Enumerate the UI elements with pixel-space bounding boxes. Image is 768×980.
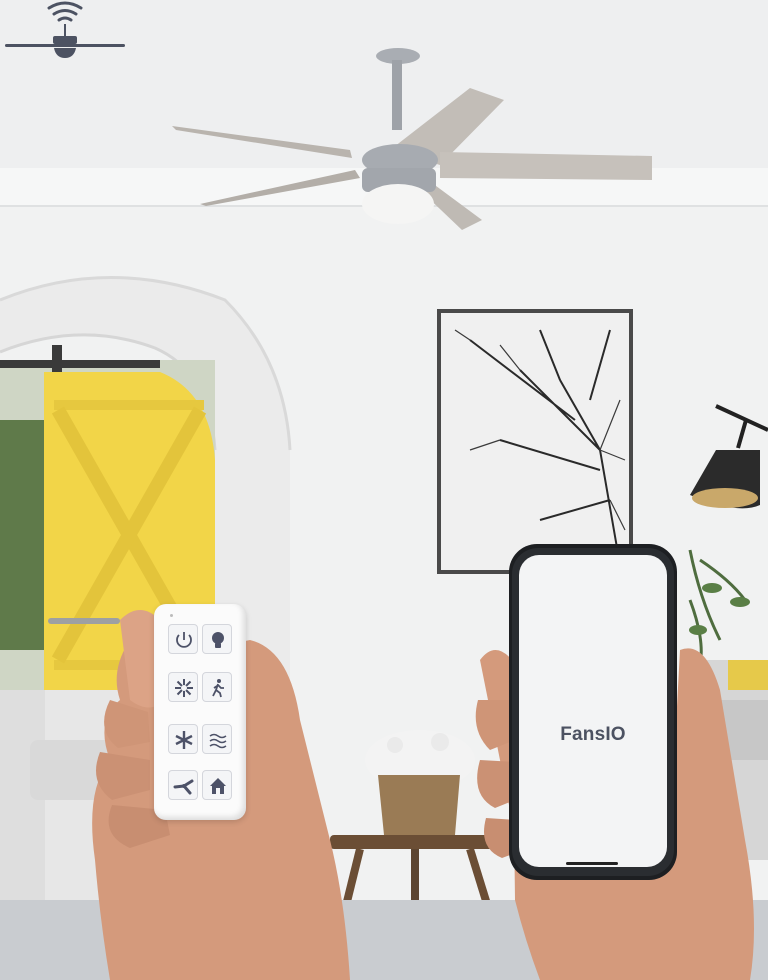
breeze-button[interactable] bbox=[202, 724, 232, 754]
home-icon bbox=[210, 778, 226, 794]
direction-button[interactable] bbox=[168, 724, 198, 754]
garden-outside bbox=[0, 420, 48, 650]
fan-direction-icon bbox=[175, 731, 193, 749]
walking-person-icon bbox=[212, 679, 224, 698]
fan-speed-icon bbox=[175, 679, 193, 697]
fan-speed-button[interactable] bbox=[168, 672, 198, 702]
app-name: FansIO bbox=[560, 724, 626, 745]
light-button[interactable] bbox=[202, 624, 232, 654]
breeze-wave-icon bbox=[209, 733, 227, 749]
product-scene: FansIO bbox=[0, 0, 768, 980]
framed-tree-artwork bbox=[437, 309, 633, 574]
power-button[interactable] bbox=[168, 624, 198, 654]
light-bulb-icon bbox=[212, 632, 224, 648]
home-indicator bbox=[566, 862, 618, 865]
motion-button[interactable] bbox=[202, 672, 232, 702]
phone-screen bbox=[519, 555, 667, 867]
fan-button[interactable] bbox=[168, 770, 198, 800]
fansio-logo-icon bbox=[5, 1, 125, 58]
home-button[interactable] bbox=[202, 770, 232, 800]
power-icon bbox=[176, 632, 192, 648]
remote-led bbox=[170, 614, 173, 617]
barn-door-rail bbox=[0, 360, 160, 368]
fan-icon bbox=[173, 779, 194, 795]
